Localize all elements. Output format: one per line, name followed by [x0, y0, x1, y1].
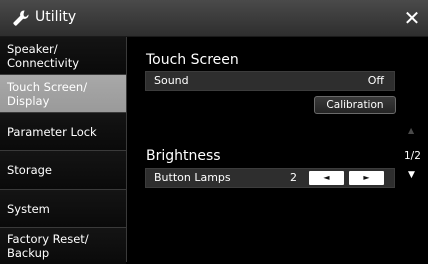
sidebar-item-label: Touch Screen/ Display	[7, 79, 88, 108]
sidebar-item-system[interactable]: System	[0, 190, 126, 228]
main-panel: Touch Screen Sound Off Calibration Brigh…	[127, 37, 428, 262]
sidebar-item-speaker-connectivity[interactable]: Speaker/ Connectivity	[0, 37, 126, 75]
page-indicator: 1/2	[404, 150, 421, 162]
sidebar-item-label: Speaker/ Connectivity	[7, 41, 80, 70]
button-lamps-row: Button Lamps 2 ◄ ►	[145, 168, 395, 188]
sidebar-item-storage[interactable]: Storage	[0, 151, 126, 190]
sound-row[interactable]: Sound Off	[145, 71, 395, 91]
decrease-button[interactable]: ◄	[309, 171, 344, 185]
close-icon[interactable]: ✕	[400, 6, 424, 30]
sidebar-item-label: Parameter Lock	[7, 124, 97, 139]
window-title: Utility	[35, 9, 77, 25]
increase-button[interactable]: ►	[349, 171, 384, 185]
wrench-icon	[13, 10, 29, 26]
sidebar-item-label: Factory Reset/ Backup	[7, 232, 89, 260]
sidebar-item-label: System	[7, 201, 50, 216]
page-down-icon[interactable]: ▼	[408, 170, 415, 180]
sidebar-item-factory-reset-backup[interactable]: Factory Reset/ Backup	[0, 228, 126, 264]
sidebar-item-label: Storage	[7, 163, 52, 177]
button-lamps-value: 2	[290, 171, 297, 184]
title-bar: Utility ✕	[0, 0, 428, 37]
button-lamps-label: Button Lamps	[154, 171, 231, 184]
sidebar-item-parameter-lock[interactable]: Parameter Lock	[0, 113, 126, 151]
page-up-icon[interactable]: ▲	[408, 126, 414, 135]
sidebar: Speaker/ Connectivity Touch Screen/ Disp…	[0, 37, 127, 264]
brightness-heading: Brightness	[146, 148, 221, 164]
calibration-button[interactable]: Calibration	[314, 96, 396, 114]
sound-value: Off	[367, 74, 384, 87]
sound-label: Sound	[154, 74, 189, 87]
sidebar-item-touch-screen-display[interactable]: Touch Screen/ Display	[0, 75, 126, 113]
touch-screen-heading: Touch Screen	[146, 52, 239, 68]
